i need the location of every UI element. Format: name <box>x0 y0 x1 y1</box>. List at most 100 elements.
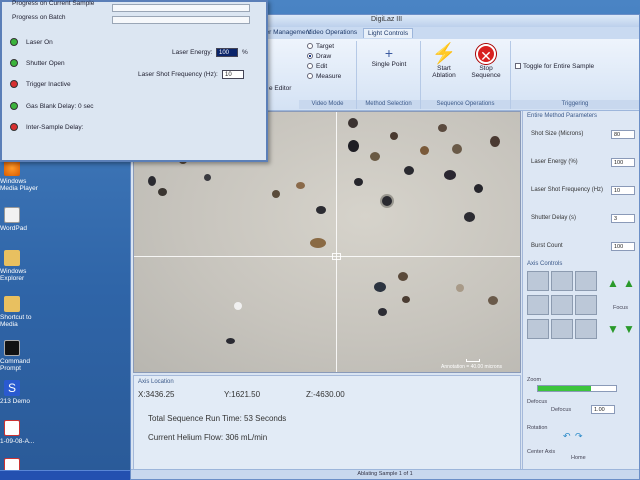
defocus-title: Defocus <box>527 399 548 405</box>
scale-bar <box>466 359 480 362</box>
jog-up-left-button[interactable] <box>527 271 549 291</box>
jog-up-right-button[interactable] <box>575 271 597 291</box>
radio-dot <box>307 43 313 49</box>
home-button[interactable]: Home <box>571 455 586 461</box>
group-triggering: Toggle for Entire Sample Triggering <box>511 41 639 109</box>
zoom-label: Zoom <box>527 377 542 383</box>
jog-up-button[interactable] <box>551 271 573 291</box>
grain <box>374 282 386 292</box>
param-shutter-delay-label: Shutter Delay (s) <box>531 215 577 221</box>
defocus-spinner[interactable]: 1.00 <box>591 405 615 414</box>
method-parameters-panel: Entire Method Parameters Shot Size (Micr… <box>522 111 639 469</box>
burst-count-spinner[interactable]: 100 <box>611 242 635 251</box>
trigger-inactive-label: Trigger Inactive <box>26 81 71 88</box>
jog-down-button[interactable] <box>551 319 573 339</box>
axis-controls-label: Axis Controls <box>527 261 563 267</box>
crosshair-center <box>332 253 341 260</box>
start-ablation-button[interactable]: ⚡ Start Ablation <box>425 43 463 79</box>
desktop-icon-label: Windows Media Player <box>0 178 38 192</box>
status-window: Progress on Current Sample Progress on B… <box>0 0 268 162</box>
toggle-entire-sample-checkbox[interactable]: Toggle for Entire Sample <box>515 63 594 70</box>
grain <box>370 152 380 161</box>
trigger-inactive-led-icon <box>10 80 18 88</box>
laser-energy-spinner[interactable]: 100 <box>611 158 635 167</box>
jog-down-right-button[interactable] <box>575 319 597 339</box>
radio-target[interactable]: Target <box>307 43 334 50</box>
grain <box>402 296 410 303</box>
progress-batch-bar <box>112 16 250 24</box>
desktop-icon-command-prompt[interactable]: Command Prompt <box>0 340 40 372</box>
shutter-open-led-icon <box>10 59 18 67</box>
axis-y-value: Y:1621.50 <box>224 390 261 399</box>
laser-freq-select[interactable]: 10 <box>222 70 244 79</box>
radio-draw[interactable]: Draw <box>307 53 331 60</box>
grain <box>398 272 408 281</box>
axis-x-value: X:3436.25 <box>138 390 175 399</box>
scale-label: Annotation = 40.00 microns <box>440 364 502 370</box>
grain <box>316 206 326 214</box>
focus-down-fast-arrow-icon[interactable]: ▼ <box>623 323 635 337</box>
crosshair-icon: + <box>384 45 394 61</box>
rotate-right-icon[interactable]: ↷ <box>575 431 583 442</box>
shutter-delay-spinner[interactable]: 3 <box>611 214 635 223</box>
tab-video-operations[interactable]: Video Operations <box>303 28 361 38</box>
grain <box>348 118 358 128</box>
pdf-file-icon <box>4 420 20 436</box>
stop-sequence-button[interactable]: ✕ Stop Sequence <box>465 43 507 79</box>
radio-dot <box>307 73 313 79</box>
grain <box>226 338 235 344</box>
zoom-slider[interactable] <box>537 385 617 392</box>
grain <box>354 178 363 186</box>
jog-center-button[interactable] <box>551 295 573 315</box>
progress-batch-label: Progress on Batch <box>12 14 66 21</box>
grain <box>158 188 167 196</box>
radio-dot <box>307 63 313 69</box>
desktop-icon-media-shortcut[interactable]: Shortcut to Media <box>0 296 40 328</box>
rotate-left-icon[interactable]: ↶ <box>563 431 571 442</box>
desktop-icon-label: Windows Explorer <box>0 268 27 282</box>
radio-measure[interactable]: Measure <box>307 73 341 80</box>
editor-button[interactable]: e Editor <box>269 85 291 92</box>
focus-up-arrow-icon[interactable]: ▲ <box>607 277 619 291</box>
desktop-icon-label: Command Prompt <box>0 358 30 372</box>
desktop-icon-file-1[interactable]: 1-09-08-A... <box>0 420 40 445</box>
laser-on-label: Laser On <box>26 39 53 46</box>
desktop-icon-label: WordPad <box>0 225 27 232</box>
group-label: Triggering <box>511 100 639 109</box>
rotation-label: Rotation <box>527 425 548 431</box>
gas-blank-label: Gas Blank Delay: 0 sec <box>26 103 94 110</box>
laser-energy-unit: % <box>242 49 248 56</box>
desktop-icon-media-player[interactable]: Windows Media Player <box>0 160 40 192</box>
param-frequency-label: Laser Shot Frequency (Hz) <box>531 187 604 193</box>
radio-edit[interactable]: Edit <box>307 63 327 70</box>
desktop-icon-demo[interactable]: S 213 Demo <box>0 380 40 405</box>
desktop-icon-explorer[interactable]: Windows Explorer <box>0 250 40 282</box>
jog-down-left-button[interactable] <box>527 319 549 339</box>
checkbox-box <box>515 63 521 69</box>
group-label: Sequence Operations <box>421 100 510 109</box>
grain <box>438 124 447 132</box>
jog-left-button[interactable] <box>527 295 549 315</box>
laser-energy-input[interactable]: 100 <box>216 48 238 57</box>
grain <box>456 284 464 292</box>
single-point-button[interactable]: + Single Point <box>365 45 413 68</box>
focus-down-arrow-icon[interactable]: ▼ <box>607 323 619 337</box>
grain <box>234 302 242 310</box>
grain <box>404 166 414 175</box>
grain <box>464 212 475 222</box>
grain <box>296 182 305 189</box>
jog-right-button[interactable] <box>575 295 597 315</box>
grain <box>444 170 456 180</box>
desktop-icon-wordpad[interactable]: WordPad <box>0 207 40 232</box>
grain <box>452 144 462 154</box>
frequency-spinner[interactable]: 10 <box>611 186 635 195</box>
param-burst-count-label: Burst Count <box>531 243 563 249</box>
shot-size-spinner[interactable]: 80 <box>611 130 635 139</box>
group-label: Video Mode <box>299 100 356 109</box>
grain <box>390 132 398 140</box>
tab-light-controls[interactable]: Light Controls <box>363 28 414 38</box>
group-video-mode: Target Draw Edit Measure Video Mode <box>299 41 357 109</box>
grain <box>420 146 429 155</box>
axis-location-panel: Axis Location X:3436.25 Y:1621.50 Z:-463… <box>133 375 521 471</box>
focus-up-fast-arrow-icon[interactable]: ▲ <box>623 277 635 291</box>
